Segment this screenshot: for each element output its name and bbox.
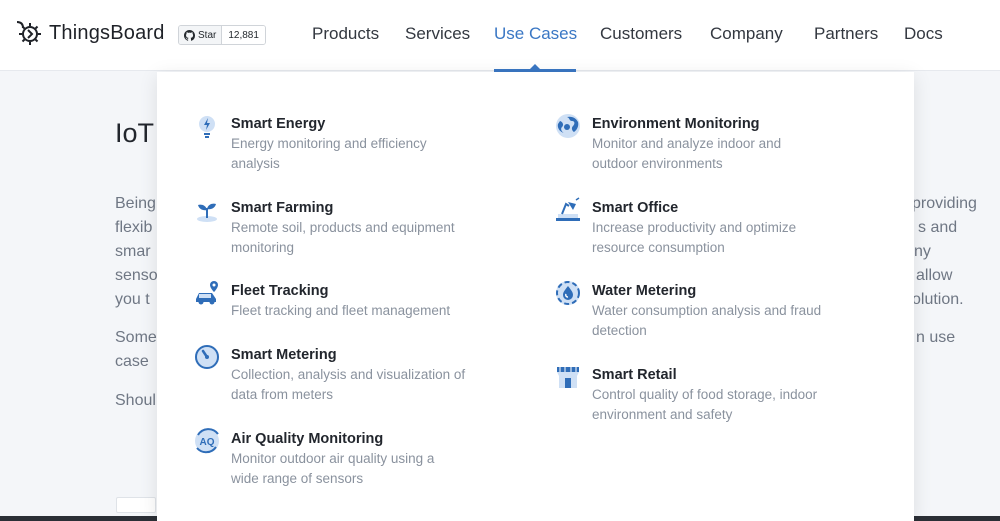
menu-item-description: detection <box>592 323 647 338</box>
menu-item-description: wide range of sensors <box>231 471 364 486</box>
intro-line: allow <box>916 267 953 284</box>
nav-customers[interactable]: Customers <box>600 24 682 44</box>
nav-partners[interactable]: Partners <box>814 24 878 44</box>
menu-item-smart-office[interactable]: Smart Office Increase productivity and op… <box>554 197 797 258</box>
menu-item-title[interactable]: Smart Metering <box>231 345 465 365</box>
menu-item-smart-energy[interactable]: Smart Energy Energy monitoring and effici… <box>193 114 427 174</box>
water-metering-icon <box>556 281 580 305</box>
intro-line: Some <box>115 329 157 346</box>
site-header: ThingsBoard Star 12,881 Products Services… <box>0 0 1000 72</box>
menu-item-description: Fleet tracking and fleet management <box>231 303 451 318</box>
github-star-button[interactable]: Star <box>179 26 223 44</box>
menu-item-description: Control quality of food storage, indoor <box>592 387 818 402</box>
active-nav-caret <box>529 64 541 70</box>
menu-item-description: Collection, analysis and visualization o… <box>231 367 466 382</box>
menu-item-title[interactable]: Smart Office <box>592 198 796 218</box>
thingsboard-logo-icon <box>16 21 41 45</box>
intro-line: Shoul <box>115 392 156 409</box>
menu-item-water-metering[interactable]: Water Metering Water consumption analysis… <box>554 281 821 341</box>
github-star-label: Star <box>198 29 217 41</box>
brand-logo[interactable]: ThingsBoard <box>14 18 165 48</box>
menu-item-description: resource consumption <box>592 240 725 255</box>
menu-item-environment-monitoring[interactable]: Environment Monitoring Monitor and analyz… <box>554 114 781 174</box>
intro-line: flexib <box>115 219 153 236</box>
menu-item-smart-farming[interactable]: Smart Farming Remote soil, products and e… <box>193 198 455 258</box>
nav-company[interactable]: Company <box>710 24 783 44</box>
thumbnail-card[interactable] <box>116 497 156 513</box>
menu-item-title[interactable]: Air Quality Monitoring <box>231 429 434 449</box>
menu-item-fleet-tracking[interactable]: Fleet Tracking Fleet tracking and fleet m… <box>193 281 450 321</box>
menu-item-title[interactable]: Smart Farming <box>231 198 455 218</box>
smart-office-icon <box>556 197 580 221</box>
intro-line: ny <box>914 243 931 260</box>
menu-item-title[interactable]: Fleet Tracking <box>231 281 450 301</box>
menu-item-description: environment and safety <box>592 407 733 422</box>
menu-item-smart-retail[interactable]: Smart Retail Control quality of food stor… <box>554 365 817 425</box>
intro-line: n use <box>916 329 956 346</box>
smart-metering-icon <box>195 345 219 369</box>
menu-item-description: Energy monitoring and efficiency <box>231 136 427 151</box>
smart-retail-icon <box>557 367 579 388</box>
nav-services[interactable]: Services <box>405 24 470 44</box>
intro-line: Being <box>115 195 156 212</box>
menu-item-description: Increase productivity and optimize <box>592 220 797 235</box>
menu-item-description: Monitor outdoor air quality using a <box>231 451 435 466</box>
menu-item-title[interactable]: Smart Energy <box>231 114 427 134</box>
menu-item-description: Remote soil, products and equipment <box>231 220 455 235</box>
smart-farming-icon <box>197 203 217 222</box>
intro-line: senso <box>115 267 158 284</box>
menu-item-description: data from meters <box>231 387 334 402</box>
intro-line: smar <box>115 243 151 260</box>
menu-item-description: Monitor and analyze indoor and <box>592 136 782 151</box>
menu-item-description: analysis <box>231 156 280 171</box>
use-cases-dropdown: Smart Energy Energy monitoring and effici… <box>157 72 914 521</box>
intro-line: you t <box>115 291 150 308</box>
menu-item-description: outdoor environments <box>592 156 723 171</box>
fleet-tracking-icon <box>196 281 218 305</box>
page-title: IoT <box>115 118 155 148</box>
environment-monitoring-icon <box>556 114 580 138</box>
smart-energy-icon <box>199 116 215 138</box>
menu-item-description: monitoring <box>231 240 295 255</box>
menu-item-description: Water consumption analysis and fraud <box>592 303 822 318</box>
menu-item-title[interactable]: Environment Monitoring <box>592 114 781 134</box>
intro-line: s and <box>918 219 958 236</box>
menu-item-title[interactable]: Water Metering <box>592 281 821 301</box>
menu-item-title[interactable]: Smart Retail <box>592 365 817 385</box>
nav-products[interactable]: Products <box>312 24 379 44</box>
intro-line: case <box>115 353 149 370</box>
air-quality-icon: AQ <box>195 428 219 454</box>
air-quality-badge-label: AQ <box>200 437 215 448</box>
nav-use-cases[interactable]: Use Cases <box>494 24 577 44</box>
intro-line: providing <box>912 195 977 212</box>
github-star-count[interactable]: 12,881 <box>222 26 265 44</box>
menu-item-smart-metering[interactable]: Smart Metering Collection, analysis and v… <box>193 345 465 405</box>
github-icon <box>184 29 195 41</box>
brand-name: ThingsBoard <box>49 21 165 44</box>
github-star-badge[interactable]: Star 12,881 <box>178 25 266 45</box>
nav-docs[interactable]: Docs <box>904 24 943 44</box>
intro-line: olution. <box>912 291 964 308</box>
menu-item-air-quality-monitoring[interactable]: AQ Air Quality Monitoring Monitor outdoor … <box>193 428 435 489</box>
